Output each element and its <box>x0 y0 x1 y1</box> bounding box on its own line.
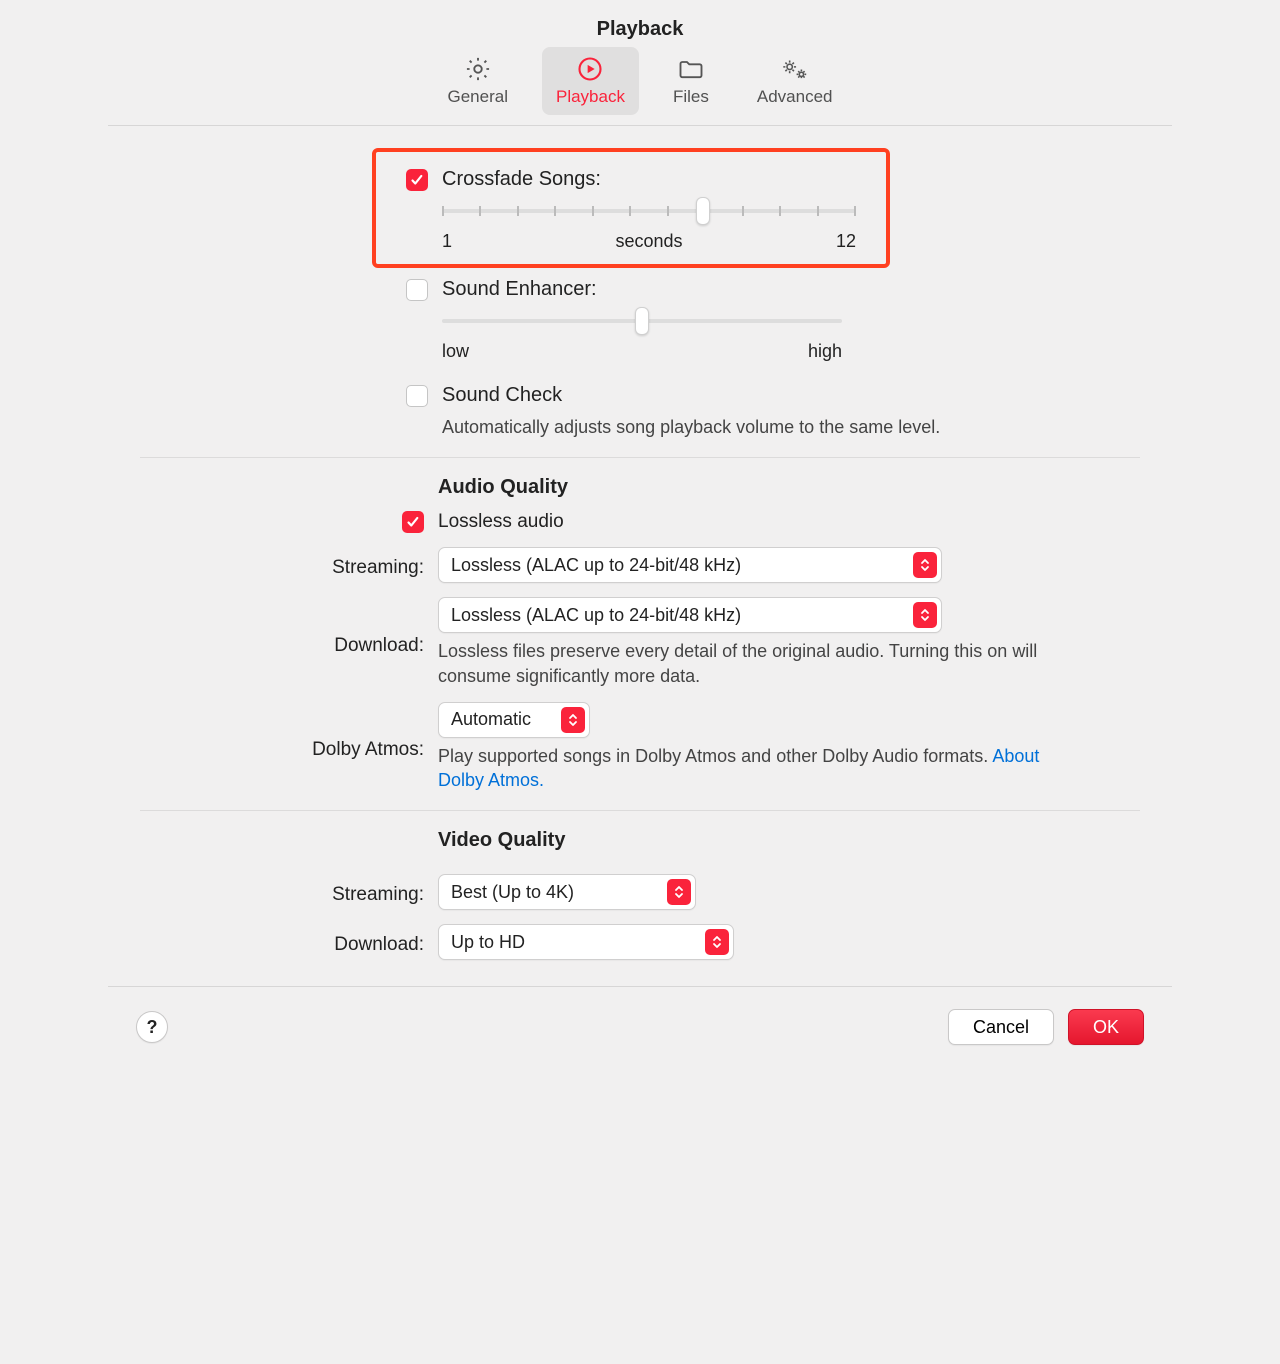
tab-advanced-label: Advanced <box>757 87 833 107</box>
tab-advanced[interactable]: Advanced <box>743 47 847 115</box>
sound-check-desc: Automatically adjusts song playback volu… <box>442 415 1006 439</box>
audio-download-select[interactable]: Lossless (ALAC up to 24-bit/48 kHz) <box>438 597 942 633</box>
stepper-icon <box>913 602 937 628</box>
video-streaming-value: Best (Up to 4K) <box>451 882 574 903</box>
sound-check-label: Sound Check <box>442 384 562 407</box>
tab-general-label: General <box>448 87 508 107</box>
video-streaming-label: Streaming: <box>108 878 438 906</box>
help-button[interactable]: ? <box>136 1011 168 1043</box>
dolby-atmos-label: Dolby Atmos: <box>108 733 438 761</box>
lossless-checkbox[interactable] <box>402 511 424 533</box>
gears-icon <box>779 53 811 85</box>
sound-enhancer-label: Sound Enhancer: <box>442 278 597 301</box>
tab-general[interactable]: General <box>434 47 522 115</box>
audio-streaming-value: Lossless (ALAC up to 24-bit/48 kHz) <box>451 555 741 576</box>
video-download-select[interactable]: Up to HD <box>438 924 734 960</box>
crossfade-checkbox[interactable] <box>406 169 428 191</box>
stepper-icon <box>561 707 585 733</box>
gear-icon <box>462 53 494 85</box>
cancel-button[interactable]: Cancel <box>948 1009 1054 1045</box>
prefs-tabs: General Playback Files Advanced <box>108 47 1172 125</box>
crossfade-label: Crossfade Songs: <box>442 168 601 191</box>
tab-playback[interactable]: Playback <box>542 47 639 115</box>
crossfade-unit-label: seconds <box>615 231 682 252</box>
video-download-label: Download: <box>108 928 438 956</box>
audio-download-value: Lossless (ALAC up to 24-bit/48 kHz) <box>451 605 741 626</box>
sound-enhancer-checkbox[interactable] <box>406 279 428 301</box>
stepper-icon <box>667 879 691 905</box>
lossless-label: Lossless audio <box>438 511 564 532</box>
enhancer-high-label: high <box>808 341 842 362</box>
stepper-icon <box>705 929 729 955</box>
play-circle-icon <box>574 53 606 85</box>
window-title: Playback <box>108 0 1172 41</box>
audio-streaming-select[interactable]: Lossless (ALAC up to 24-bit/48 kHz) <box>438 547 942 583</box>
lossless-desc: Lossless files preserve every detail of … <box>438 639 1058 688</box>
crossfade-slider[interactable] <box>442 199 856 223</box>
tab-files-label: Files <box>673 87 709 107</box>
video-quality-heading: Video Quality <box>438 829 1068 852</box>
ok-button[interactable]: OK <box>1068 1009 1144 1045</box>
dolby-atmos-select[interactable]: Automatic <box>438 702 590 738</box>
sound-enhancer-slider[interactable] <box>442 309 842 333</box>
audio-download-label: Download: <box>108 629 438 657</box>
crossfade-min-label: 1 <box>442 231 452 252</box>
enhancer-low-label: low <box>442 341 469 362</box>
tab-playback-label: Playback <box>556 87 625 107</box>
tab-files[interactable]: Files <box>659 47 723 115</box>
video-download-value: Up to HD <box>451 932 525 953</box>
crossfade-highlight: Crossfade Songs: 1 seconds 12 <box>372 148 890 268</box>
stepper-icon <box>913 552 937 578</box>
crossfade-max-label: 12 <box>836 231 856 252</box>
dolby-atmos-value: Automatic <box>451 709 531 730</box>
sound-check-checkbox[interactable] <box>406 385 428 407</box>
audio-streaming-label: Streaming: <box>108 551 438 579</box>
audio-quality-heading: Audio Quality <box>438 476 1068 499</box>
folder-icon <box>675 53 707 85</box>
video-streaming-select[interactable]: Best (Up to 4K) <box>438 874 696 910</box>
dolby-desc: Play supported songs in Dolby Atmos and … <box>438 746 992 766</box>
